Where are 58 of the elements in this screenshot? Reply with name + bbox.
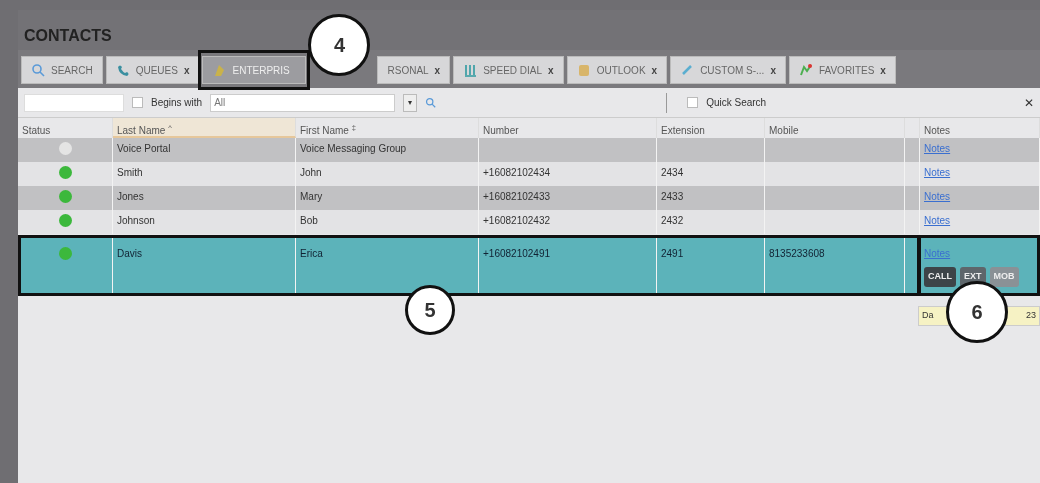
table-cell: 2434 <box>661 167 684 178</box>
table-row[interactable]: Voice Portal Voice Messaging Group Notes <box>18 138 1040 162</box>
tab[interactable]: SPEED DIAL x <box>453 56 564 84</box>
close-icon[interactable]: x <box>651 62 658 78</box>
table-cell: Voice Messaging Group <box>300 143 407 154</box>
table-cell: 2491 <box>661 248 684 259</box>
table-cell: John <box>300 167 322 178</box>
notes-link[interactable]: Notes <box>924 215 951 226</box>
table-cell: Bob <box>300 215 318 226</box>
close-icon[interactable]: x <box>770 62 776 78</box>
search-icon <box>31 63 45 77</box>
table-cell: 2432 <box>661 215 684 226</box>
checkbox[interactable] <box>132 97 143 108</box>
tab[interactable]: FAVORITES x <box>788 56 896 84</box>
table-cell: +16082102434 <box>483 167 551 178</box>
tab[interactable]: OUTLOOK x <box>566 56 668 84</box>
table-cell: 8135233608 <box>769 248 825 259</box>
dropdown-button[interactable]: ▾ <box>403 93 418 112</box>
checkbox-label: Begins with <box>151 96 203 110</box>
search-field[interactable] <box>24 93 124 112</box>
bars-icon <box>463 63 478 77</box>
table-row[interactable]: Davis Erica +16082102491 2491 8135233608 Notes CALL EXT MOB <box>18 238 1040 293</box>
table-row[interactable]: Jones Mary +16082102433 2433 Notes <box>18 186 1040 210</box>
phone-icon <box>115 63 130 77</box>
tab[interactable]: QUEUES x <box>105 56 200 84</box>
checkbox-label: Quick Search <box>706 96 767 110</box>
table-row[interactable]: Johnson Bob +16082102432 2432 Notes <box>18 210 1040 234</box>
table-cell: 2433 <box>661 191 684 202</box>
link-icon <box>680 63 695 77</box>
action-button[interactable]: CALL <box>924 267 956 287</box>
tooltip-text: 23 <box>1026 309 1036 322</box>
table-cell: Davis <box>117 248 142 259</box>
column-header[interactable]: Last Name $^{^}$ <box>113 118 296 138</box>
table-cell: Smith <box>117 167 143 178</box>
table-cell: Mary <box>300 191 323 202</box>
table-cell: +16082102491 <box>483 248 551 259</box>
scope-dropdown[interactable]: All <box>210 93 396 112</box>
notes-link[interactable]: Notes <box>924 167 951 178</box>
search-icon[interactable] <box>425 97 437 108</box>
checkbox[interactable] <box>687 97 699 108</box>
close-icon[interactable]: ✕ <box>1024 93 1034 112</box>
table-cell: Johnson <box>117 215 155 226</box>
tooltip-text: Da <box>922 309 934 322</box>
tab[interactable]: SEARCH <box>21 56 103 84</box>
table-cell: Erica <box>300 248 323 259</box>
close-icon[interactable]: x <box>183 62 190 78</box>
close-icon[interactable]: x <box>434 62 441 78</box>
close-icon[interactable]: x <box>880 62 886 78</box>
star-icon <box>798 63 813 77</box>
tab[interactable]: RSONAL x <box>377 56 451 84</box>
tab[interactable]: CUSTOM S-... x <box>670 56 786 84</box>
table-cell: Voice Portal <box>117 143 171 154</box>
table-row[interactable]: Smith John +16082102434 2434 Notes <box>18 162 1040 186</box>
table-cell: Jones <box>117 191 144 202</box>
close-icon[interactable]: x <box>548 62 554 78</box>
table-cell: +16082102433 <box>483 191 551 202</box>
table-cell: +16082102432 <box>483 215 551 226</box>
book-icon <box>576 63 591 77</box>
